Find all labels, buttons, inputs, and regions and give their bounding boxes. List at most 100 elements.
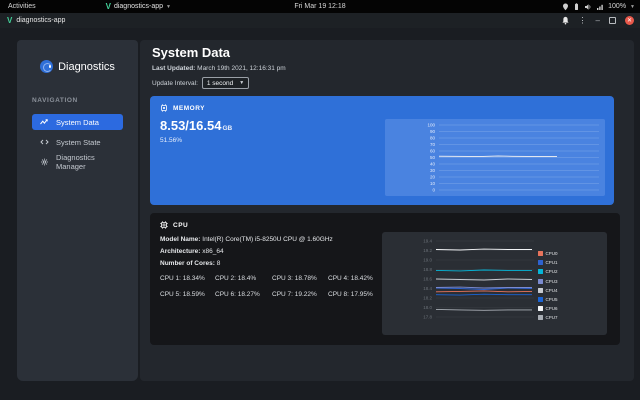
legend-label: CPU1 (546, 260, 558, 265)
svg-text:19.2: 19.2 (423, 248, 432, 253)
legend-swatch (538, 315, 543, 320)
memory-card: MEMORY 8.53/16.54GB 51.56% 1009080706050… (150, 96, 614, 205)
bell-icon[interactable] (561, 16, 570, 25)
cpu-card: CPU Model Name: Intel(R) Core(TM) i5-825… (150, 213, 620, 345)
svg-text:19.0: 19.0 (423, 258, 432, 263)
legend-swatch (538, 306, 543, 311)
legend-swatch (538, 297, 543, 302)
svg-text:18.0: 18.0 (423, 305, 432, 310)
brand-name: Diagnostics (58, 61, 115, 73)
legend-label: CPU6 (546, 306, 558, 311)
svg-text:50: 50 (430, 155, 436, 160)
system-tray[interactable]: 100% ▼ (562, 3, 635, 11)
cpu-icon (160, 221, 168, 229)
app-logo-icon: V (106, 3, 111, 11)
svg-text:0: 0 (432, 188, 435, 193)
app-indicator[interactable]: V diagnostics-app ▼ (106, 3, 171, 11)
sidebar-item-diagnostics-manager[interactable]: Diagnostics Manager (32, 154, 123, 170)
sidebar-item-label: System Data (56, 118, 99, 127)
cpu-cores-line: Number of Cores: 8 (160, 260, 220, 267)
window-title: diagnostics-app (16, 17, 65, 24)
svg-text:100: 100 (427, 123, 435, 128)
cpu-cores-label: Number of Cores: (160, 260, 215, 267)
sidebar-item-system-state[interactable]: System State (32, 134, 123, 150)
legend-swatch (538, 251, 543, 256)
sidebar-item-label: System State (56, 138, 101, 147)
cpu-core-stat: CPU 7: 19.22% (272, 291, 328, 298)
clock[interactable]: Fri Mar 19 12:18 (0, 3, 640, 10)
svg-text:19.4: 19.4 (423, 239, 432, 244)
legend-item: CPU0 (538, 251, 558, 256)
svg-text:18.8: 18.8 (423, 267, 432, 272)
legend-swatch (538, 260, 543, 265)
battery-icon (573, 3, 580, 11)
memory-card-title: MEMORY (173, 105, 205, 112)
memory-icon (160, 104, 168, 112)
svg-text:10: 10 (430, 181, 436, 186)
cpu-core-stat: CPU 6: 18.27% (215, 291, 272, 298)
volume-icon (584, 3, 592, 11)
cpu-core-stat: CPU 1: 18.34% (160, 275, 215, 282)
cpu-model-line: Model Name: Intel(R) Core(TM) i5-8250U C… (160, 236, 333, 243)
update-interval-label: Update Interval: (152, 80, 198, 87)
sidebar-item-label: Diagnostics Manager (56, 153, 123, 171)
memory-unit: GB (222, 125, 232, 132)
page-title: System Data (152, 45, 230, 60)
cpu-chart-panel: 19.419.219.018.818.618.418.218.017.8 CPU… (382, 232, 607, 335)
chevron-down-icon: ▼ (166, 4, 171, 10)
legend-item: CPU3 (538, 279, 558, 284)
svg-text:20: 20 (430, 175, 436, 180)
window-titlebar: V diagnostics-app ⋮ – ✕ (0, 13, 640, 28)
memory-usage-value: 8.53/16.54 (160, 118, 221, 133)
pulse-chart-icon (40, 118, 49, 126)
swap-horizontal-icon (40, 138, 49, 146)
cpu-core-stat: CPU 2: 18.4% (215, 275, 272, 282)
legend-item: CPU5 (538, 297, 558, 302)
sidebar-item-system-data[interactable]: System Data (32, 114, 123, 130)
legend-swatch (538, 279, 543, 284)
legend-item: CPU6 (538, 306, 558, 311)
svg-text:18.6: 18.6 (423, 277, 432, 282)
last-updated-label: Last Updated: (152, 65, 195, 72)
gear-icon (40, 158, 49, 166)
cpu-core-stat: CPU 5: 18.59% (160, 291, 215, 298)
legend-item: CPU7 (538, 315, 558, 320)
chevron-down-icon: ▼ (239, 80, 244, 86)
cpu-core-stat: CPU 4: 18.42% (328, 275, 390, 282)
legend-label: CPU0 (546, 251, 558, 256)
network-icon (596, 3, 604, 11)
cpu-chart-legend: CPU0 CPU1 CPU2 CPU3 CPU4 CPU5 CPU6 CPU7 (538, 251, 558, 320)
minimize-button[interactable]: – (596, 17, 600, 25)
app-logo-icon: V (7, 17, 12, 25)
sidebar: Diagnostics NAVIGATION System Data Syste… (17, 40, 138, 381)
cpu-card-title: CPU (173, 222, 188, 229)
main-panel: System Data Last Updated: March 19th 202… (140, 40, 634, 381)
cpu-model-value: Intel(R) Core(TM) i5-8250U CPU @ 1.60GHz (202, 236, 333, 243)
navigation-section-label: NAVIGATION (32, 97, 138, 104)
cpu-core-stat: CPU 3: 18.78% (272, 275, 328, 282)
legend-item: CPU2 (538, 269, 558, 274)
svg-text:80: 80 (430, 136, 436, 141)
memory-percent: 51.56% (160, 137, 182, 144)
memory-chart-panel: 1009080706050403020100 (385, 119, 605, 196)
brand: Diagnostics (17, 40, 138, 73)
last-updated-value: March 19th 2021, 12:16:31 pm (197, 65, 286, 72)
cpu-cores-value: 8 (217, 260, 221, 267)
update-interval-select[interactable]: 1 second ▼ (202, 77, 249, 89)
legend-label: CPU2 (546, 269, 558, 274)
diagnostics-logo-icon (40, 60, 53, 73)
cpu-chart: 19.419.219.018.818.618.418.218.017.8 (382, 232, 607, 335)
close-button[interactable]: ✕ (625, 16, 634, 25)
svg-text:30: 30 (430, 168, 436, 173)
legend-label: CPU4 (546, 288, 558, 293)
maximize-button[interactable] (609, 17, 616, 24)
svg-text:40: 40 (430, 162, 436, 167)
menu-kebab-icon[interactable]: ⋮ (579, 17, 587, 25)
svg-text:18.4: 18.4 (423, 286, 432, 291)
top-bar: Activities V diagnostics-app ▼ Fri Mar 1… (0, 0, 640, 13)
cpu-model-label: Model Name: (160, 236, 200, 243)
svg-text:60: 60 (430, 149, 436, 154)
activities-button[interactable]: Activities (0, 3, 44, 10)
svg-text:90: 90 (430, 129, 436, 134)
cpu-arch-label: Architecture: (160, 248, 200, 255)
